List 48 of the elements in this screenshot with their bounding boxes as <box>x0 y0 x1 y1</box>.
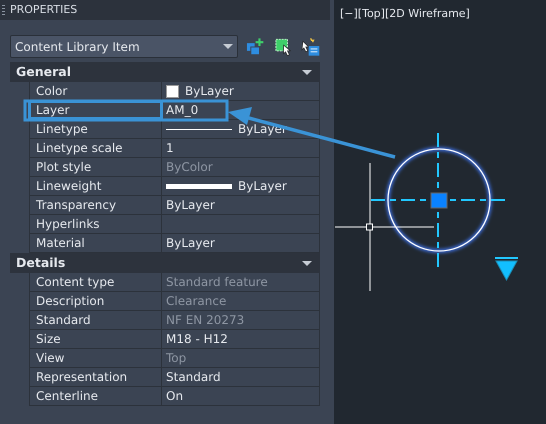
property-label: Lineweight <box>29 177 162 195</box>
caret-icon <box>302 260 312 266</box>
property-label: Layer <box>29 101 162 119</box>
viewport-label[interactable]: [−][Top][2D Wireframe] <box>340 6 470 22</box>
property-value[interactable]: AM_0 <box>166 101 198 119</box>
property-label: Hyperlinks <box>29 215 162 233</box>
cursor-crosshair-icon <box>334 162 434 292</box>
property-label: Linetype <box>29 120 162 138</box>
caret-icon <box>223 44 234 49</box>
property-label: Size <box>29 330 162 348</box>
lineweight-preview <box>166 184 232 188</box>
property-value[interactable]: ByLayer <box>166 234 215 252</box>
property-label: Description <box>29 292 162 310</box>
linetype-preview <box>166 128 232 130</box>
property-value[interactable]: ByLayer <box>238 177 287 195</box>
property-value[interactable]: ByLayer <box>166 196 215 214</box>
property-value: Standard feature <box>166 274 268 291</box>
property-value: Top <box>166 350 186 367</box>
grip-icon[interactable] <box>2 5 5 15</box>
pickadd-icon[interactable] <box>300 36 320 56</box>
caret-icon <box>302 70 312 74</box>
quick-select-icon[interactable] <box>246 36 266 56</box>
grip-handle[interactable] <box>430 192 448 208</box>
property-label: Representation <box>29 368 162 386</box>
property-label: Plot style <box>29 158 162 176</box>
section-header[interactable]: Details <box>10 253 320 273</box>
triangle-marker-icon[interactable] <box>495 257 518 282</box>
property-value: NF EN 20273 <box>166 312 244 329</box>
panel-title: PROPERTIES <box>10 2 78 18</box>
property-value[interactable]: On <box>166 387 184 405</box>
property-label: Content type <box>29 273 162 291</box>
property-value: ByColor <box>166 159 213 176</box>
property-value[interactable]: Standard <box>166 368 221 386</box>
property-label: Linetype scale <box>29 139 162 157</box>
property-value[interactable]: M18 - H12 <box>166 330 228 348</box>
section-header[interactable]: General <box>10 62 320 82</box>
property-value: Clearance <box>166 293 226 310</box>
property-label: Standard <box>29 311 162 329</box>
select-objects-icon[interactable] <box>274 36 293 56</box>
property-value[interactable]: 1 <box>166 139 174 157</box>
object-dropdown[interactable]: Content Library Item <box>10 35 238 58</box>
property-label: Color <box>29 82 162 100</box>
property-label: Transparency <box>29 196 162 214</box>
property-label: Centerline <box>29 387 162 405</box>
property-value[interactable]: ByLayer <box>185 82 234 100</box>
color-swatch <box>166 84 179 98</box>
property-label: View <box>29 349 162 367</box>
property-label: Material <box>29 234 162 252</box>
